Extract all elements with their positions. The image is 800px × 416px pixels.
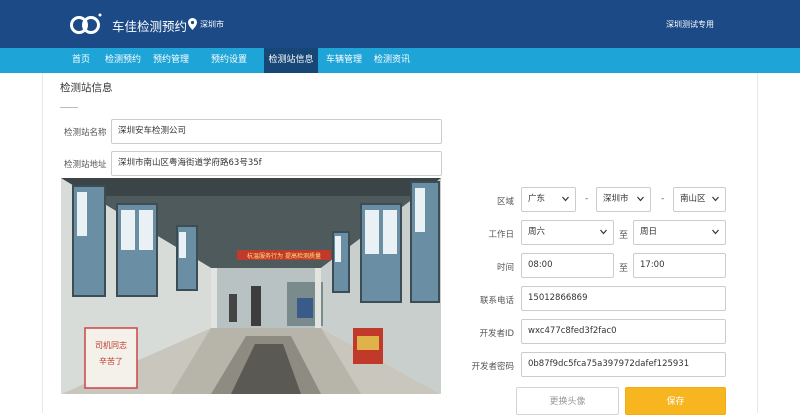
main-nav: 首页 检测预约 预约管理 预约设置 检测站信息 车辆管理 检测资讯 xyxy=(0,48,800,73)
nav-item-booking-settings[interactable]: 预约设置 xyxy=(203,48,255,73)
developer-id-input[interactable]: wxc477c8fed3f2fac0 xyxy=(521,319,726,344)
workday-from-select[interactable]: 周六 xyxy=(521,220,614,245)
station-photo-illustration: 杭温服务行为 提高检测质量 司机同志 辛苦了 xyxy=(61,178,441,394)
title-divider xyxy=(60,107,78,108)
workday-to-label: 至 xyxy=(619,231,629,241)
nav-item-station-info[interactable]: 检测站信息 xyxy=(264,48,318,73)
time-to-label: 至 xyxy=(619,264,629,274)
change-photo-button[interactable]: 更换头像 xyxy=(516,387,619,415)
workday-to-select[interactable]: 周日 xyxy=(633,220,726,245)
chevron-down-icon xyxy=(637,196,644,202)
station-address-label: 检测站地址 xyxy=(64,160,107,170)
district-value: 南山区 xyxy=(680,194,706,204)
city-select[interactable]: 深圳市 xyxy=(596,187,651,212)
region-label: 区域 xyxy=(496,197,514,207)
chevron-down-icon xyxy=(600,229,607,235)
save-button[interactable]: 保存 xyxy=(625,387,726,415)
nav-item-vehicle-management[interactable]: 车辆管理 xyxy=(320,48,368,73)
location-pin-icon xyxy=(188,18,197,30)
phone-input[interactable]: 15012866869 xyxy=(521,286,726,311)
banner-text: 杭温服务行为 提高检测质量 xyxy=(247,252,321,260)
top-header: 车佳检测预约 深圳市 深圳测试专用 xyxy=(0,0,800,48)
province-select[interactable]: 广东 xyxy=(521,187,576,212)
time-label: 时间 xyxy=(496,263,514,273)
time-to-input[interactable]: 17:00 xyxy=(633,253,726,278)
station-name-input[interactable]: 深圳安车检测公司 xyxy=(111,119,442,144)
region-separator: - xyxy=(585,194,589,204)
phone-label: 联系电话 xyxy=(479,296,514,306)
svg-text:辛苦了: 辛苦了 xyxy=(99,356,123,366)
nav-item-home[interactable]: 首页 xyxy=(63,48,99,73)
developer-secret-label: 开发者密码 xyxy=(471,362,514,372)
developer-secret-input[interactable]: 0b87f9dc5fca75a397972dafef125931 xyxy=(521,352,726,377)
region-separator: - xyxy=(661,194,665,204)
brand-name[interactable]: 车佳检测预约 xyxy=(112,16,187,35)
time-from-input[interactable]: 08:00 xyxy=(521,253,614,278)
workday-label: 工作日 xyxy=(488,230,514,240)
city-value: 深圳市 xyxy=(603,194,629,204)
developer-id-label: 开发者ID xyxy=(479,329,514,339)
district-select[interactable]: 南山区 xyxy=(673,187,726,212)
nav-item-booking[interactable]: 检测预约 xyxy=(99,48,147,73)
page-title: 检测站信息 xyxy=(60,82,113,94)
workday-to-value: 周日 xyxy=(640,227,658,237)
svg-text:司机同志: 司机同志 xyxy=(95,340,127,350)
nav-item-news[interactable]: 检测资讯 xyxy=(368,48,416,73)
station-name-label: 检测站名称 xyxy=(64,128,107,138)
chevron-down-icon xyxy=(712,196,719,202)
user-name[interactable]: 深圳测试专用 xyxy=(666,19,714,30)
nav-item-booking-management[interactable]: 预约管理 xyxy=(147,48,195,73)
province-value: 广东 xyxy=(528,194,546,204)
brand-logo-icon[interactable] xyxy=(70,11,102,37)
workday-from-value: 周六 xyxy=(528,227,546,237)
station-photo: 杭温服务行为 提高检测质量 司机同志 辛苦了 xyxy=(61,178,441,394)
chevron-down-icon xyxy=(712,229,719,235)
station-address-input[interactable]: 深圳市南山区粤海街道学府路63号35f xyxy=(111,151,442,176)
chevron-down-icon xyxy=(562,196,569,202)
city-selector[interactable]: 深圳市 xyxy=(200,19,224,30)
